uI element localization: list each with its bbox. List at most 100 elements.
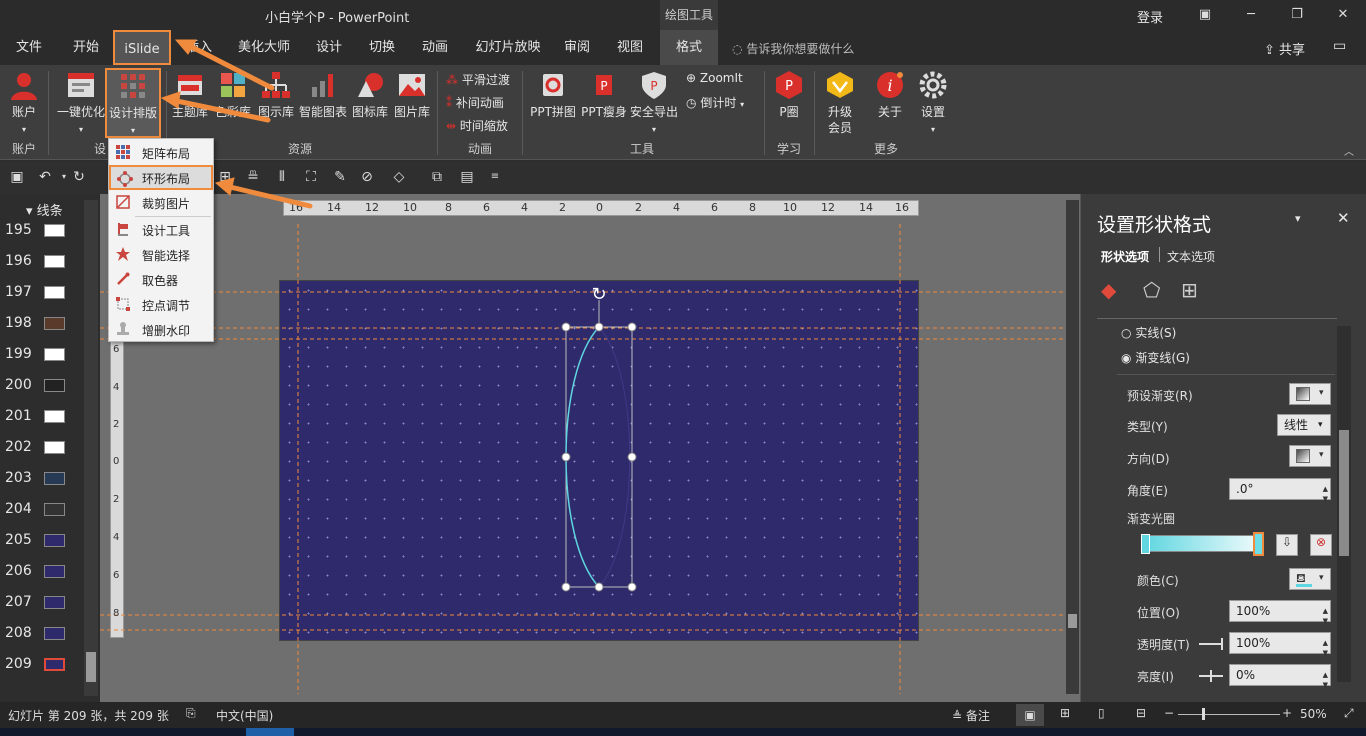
zoom-slider-thumb[interactable] (1202, 708, 1205, 720)
brightness-slider[interactable] (1199, 670, 1223, 682)
direction-dropdown[interactable]: ▾ (1289, 445, 1331, 467)
spin-down-icon[interactable]: ▼ (1323, 489, 1328, 509)
tab-islide[interactable]: iSlide (113, 30, 171, 65)
upgrade-member-button[interactable]: 升级会员 (820, 69, 860, 136)
save-icon[interactable]: ▣ (8, 168, 26, 186)
minimize-icon[interactable]: ─ (1228, 0, 1274, 30)
shape-outline-icon[interactable]: ◇ (390, 168, 408, 186)
tab-text-options[interactable]: 文本选项 (1167, 248, 1215, 265)
angle-input[interactable]: .0° ▲ ▼ (1229, 478, 1331, 503)
tab-format[interactable]: 格式 (660, 30, 718, 65)
fit-slide-icon[interactable]: ⤢ (1344, 706, 1354, 721)
design-layout-button[interactable]: 设计排版 ▾ (105, 68, 161, 138)
thumbs-scrollbar[interactable] (84, 200, 98, 696)
tab-home[interactable]: 开始 (63, 30, 109, 65)
menu-item-design-tools[interactable]: 设计工具 (109, 217, 213, 242)
menu-item-handle-adjust[interactable]: 控点调节 (109, 292, 213, 317)
color-library-button[interactable]: 色彩库 (212, 69, 254, 120)
select-frame-icon[interactable]: ⛶ (302, 168, 320, 186)
tab-slideshow[interactable]: 幻灯片放映 (470, 30, 546, 65)
thumb-row[interactable]: 206 (0, 557, 85, 588)
reading-view-icon[interactable]: ▯ (1098, 706, 1105, 720)
menu-item-ring-layout[interactable]: 环形布局 (109, 165, 213, 190)
tab-view[interactable]: 视图 (608, 30, 652, 65)
resize-handles[interactable] (561, 322, 637, 592)
align-middle-icon[interactable]: ⫴ (273, 168, 291, 186)
login-link[interactable]: 登录 (1137, 7, 1163, 26)
spell-check-icon[interactable]: ⎘ (186, 706, 196, 721)
time-zoom-button[interactable]: ⇹ 时间缩放 (446, 117, 508, 134)
rotate-handle-icon[interactable]: ↻ (591, 284, 606, 305)
tween-animation-button[interactable]: ⁑ 补间动画 (446, 94, 504, 111)
zoom-level[interactable]: 50% (1300, 707, 1327, 721)
menu-item-crop-image[interactable]: 裁剪图片 (109, 190, 213, 215)
pane-close-icon[interactable]: ✕ (1337, 209, 1350, 227)
gradient-stop-end[interactable] (1253, 532, 1264, 556)
countdown-button[interactable]: ◷ 倒计时 ▾ (686, 94, 744, 111)
share-button[interactable]: ⇪ 共享 (1264, 39, 1305, 58)
thumb-row[interactable]: 199 (0, 340, 85, 371)
one-click-optimize-button[interactable]: 一键优化 ▾ (56, 69, 106, 138)
thumb-row[interactable]: 196 (0, 247, 85, 278)
ppt-collage-button[interactable]: PPT拼图 (528, 69, 578, 120)
remove-stop-icon[interactable]: ⊗ (1310, 534, 1332, 556)
type-dropdown[interactable]: 线性 ▾ (1277, 414, 1331, 436)
editor-scroll-thumb[interactable] (1068, 614, 1077, 628)
menu-item-watermark[interactable]: 增删水印 (109, 317, 213, 342)
size-properties-icon[interactable]: ⊞ (1181, 278, 1198, 302)
thumb-row[interactable]: 205 (0, 526, 85, 557)
zoomit-button[interactable]: ⊕ ZoomIt (686, 71, 743, 85)
tab-insert[interactable]: 插入 (177, 30, 221, 65)
ppt-slim-button[interactable]: P PPT瘦身 (579, 69, 629, 120)
zoom-slider[interactable] (1178, 708, 1280, 720)
tab-transitions[interactable]: 切换 (360, 30, 404, 65)
gradient-stop-start[interactable] (1141, 534, 1150, 554)
notes-button[interactable]: ≜ 备注 (952, 707, 990, 724)
ribbon-display-options-icon[interactable]: ▣ (1182, 0, 1228, 30)
spin-down-icon[interactable]: ▼ (1323, 611, 1328, 631)
thumb-row-selected[interactable]: 209 (0, 650, 85, 681)
thumb-row[interactable]: 208 (0, 619, 85, 650)
selection-frame[interactable] (565, 326, 633, 588)
image-library-button[interactable]: 图片库 (392, 69, 432, 120)
comments-icon[interactable]: ▭ (1333, 38, 1346, 54)
pane-scrollbar[interactable] (1337, 326, 1351, 682)
spin-down-icon[interactable]: ▼ (1323, 643, 1328, 663)
normal-view-icon[interactable]: ▣ (1016, 704, 1044, 726)
close-icon[interactable]: ✕ (1320, 0, 1366, 30)
undo-icon[interactable]: ↶ (36, 168, 54, 186)
zoom-out-icon[interactable]: − (1164, 706, 1174, 720)
settings-button[interactable]: 设置 ▾ (913, 69, 953, 138)
tab-animations[interactable]: 动画 (414, 30, 456, 65)
brightness-slider-thumb[interactable] (1210, 670, 1212, 682)
menu-item-color-picker[interactable]: 取色器 (109, 267, 213, 292)
slideshow-view-icon[interactable]: ⊟ (1136, 706, 1146, 720)
gradient-line-radio[interactable]: ◉ 渐变线(G) (1121, 349, 1190, 366)
tab-review[interactable]: 审阅 (556, 30, 598, 65)
thumb-row[interactable]: 204 (0, 495, 85, 526)
theme-library-button[interactable]: 主题库 (170, 69, 210, 120)
preset-gradient-dropdown[interactable]: ▾ (1289, 383, 1331, 405)
gradient-arc-shape[interactable] (565, 326, 600, 588)
thumbs-scroll-thumb[interactable] (86, 652, 96, 682)
zoom-in-icon[interactable]: + (1282, 706, 1292, 720)
format-painter-icon[interactable]: ✎ (331, 168, 349, 186)
spin-down-icon[interactable]: ▼ (1323, 675, 1328, 695)
safe-export-button[interactable]: P 安全导出 ▾ (629, 69, 679, 138)
restore-icon[interactable]: ❐ (1274, 0, 1320, 30)
transparency-slider-thumb[interactable] (1221, 638, 1223, 650)
pane-scroll-thumb[interactable] (1339, 430, 1349, 556)
tab-meihua[interactable]: 美化大师 (232, 30, 296, 65)
tab-design[interactable]: 设计 (308, 30, 350, 65)
slide-sorter-icon[interactable]: ⊞ (1060, 706, 1070, 720)
brightness-input[interactable]: 0% ▲ ▼ (1229, 664, 1331, 689)
gradient-stops-bar[interactable] (1143, 535, 1261, 552)
thumb-row[interactable]: 197 (0, 278, 85, 309)
taskbar-active-app[interactable] (246, 728, 294, 736)
distribute-icon[interactable]: ≞ (244, 168, 262, 186)
language-indicator[interactable]: 中文(中国) (216, 707, 273, 724)
menu-item-smart-select[interactable]: 智能选择 (109, 242, 213, 267)
smooth-transition-button[interactable]: ⁂ 平滑过渡 (446, 71, 510, 88)
thumb-row[interactable]: 198 (0, 309, 85, 340)
thumb-row[interactable]: 200 (0, 371, 85, 402)
